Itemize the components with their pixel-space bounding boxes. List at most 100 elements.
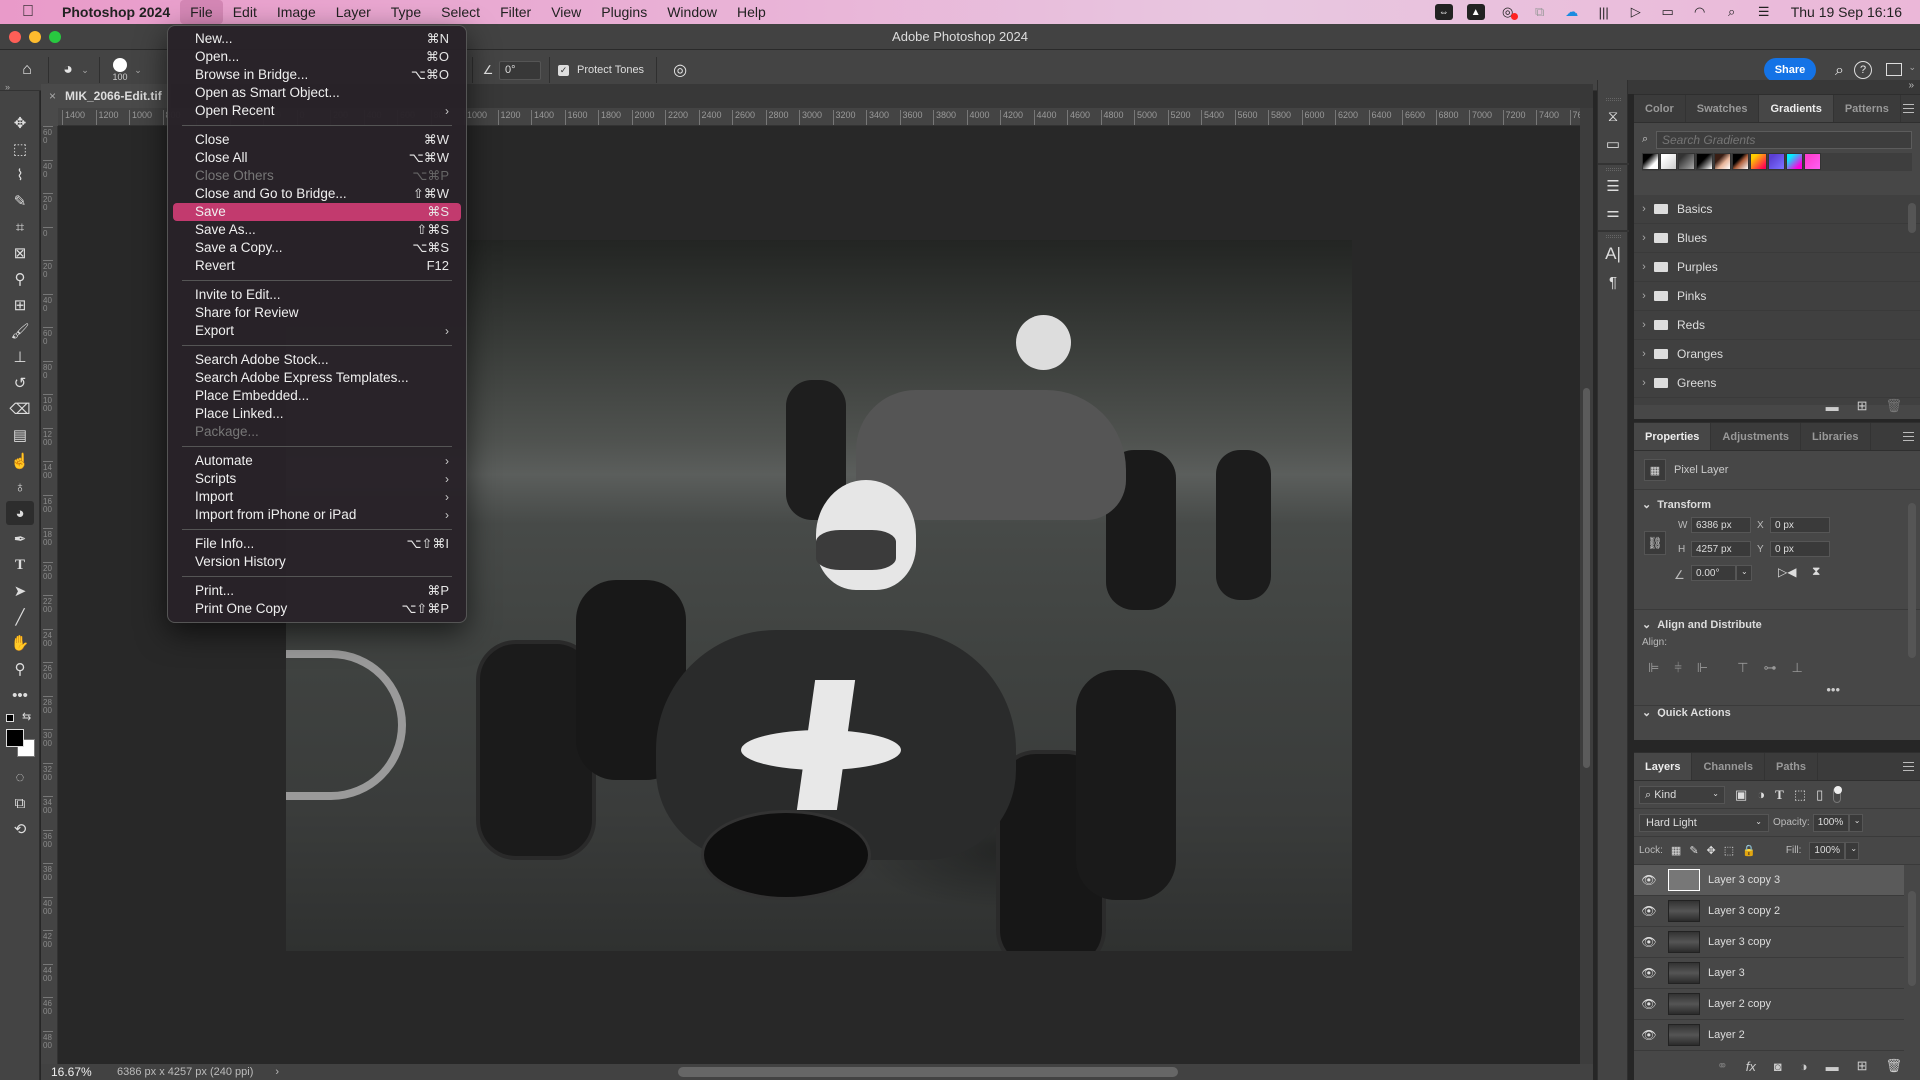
filter-pixel-icon[interactable]: ▣ xyxy=(1735,787,1747,803)
gradient-folder-oranges[interactable]: › Oranges xyxy=(1634,340,1920,369)
menu-edit[interactable]: Edit xyxy=(223,0,267,24)
play-icon[interactable]: ▷ xyxy=(1627,4,1645,20)
menu-help[interactable]: Help xyxy=(727,0,776,24)
angle-input[interactable] xyxy=(499,60,541,80)
gradient-list-scrollbar[interactable] xyxy=(1908,203,1916,233)
zoom-tool-icon[interactable]: ⚲ xyxy=(6,657,34,681)
align-horizontal-center-icon[interactable]: ⫩ xyxy=(1674,660,1681,676)
share-button[interactable]: Share xyxy=(1764,58,1816,82)
menu-filter[interactable]: Filter xyxy=(490,0,541,24)
close-tab-icon[interactable]: × xyxy=(49,89,56,103)
gradient-folder-reds[interactable]: › Reds xyxy=(1634,311,1920,340)
gradient-folder-basics[interactable]: › Basics xyxy=(1634,195,1920,224)
align-right-icon[interactable]: ⊩ xyxy=(1697,660,1708,676)
fill-input[interactable] xyxy=(1809,841,1846,860)
chevron-down-icon[interactable]: ⌄ xyxy=(79,65,91,76)
link-proportions-icon[interactable]: ⛓ xyxy=(1644,531,1666,555)
fill-slider-toggle[interactable]: ⌄ xyxy=(1845,841,1860,860)
align-top-icon[interactable]: ⊤ xyxy=(1737,660,1748,676)
tab-properties[interactable]: Properties xyxy=(1634,423,1712,450)
screen-mode-icon[interactable]: ⧉ xyxy=(6,791,34,815)
menu-plugins[interactable]: Plugins xyxy=(591,0,657,24)
layer-row[interactable]: 👁 Layer 2 xyxy=(1634,1020,1904,1051)
menu-item-close[interactable]: Close ⌘W xyxy=(173,131,461,149)
ruler-origin[interactable] xyxy=(41,108,58,126)
lock-position-icon[interactable]: ✥ xyxy=(1707,844,1716,857)
menu-item-place-embedded[interactable]: Place Embedded... xyxy=(173,387,461,405)
layer-row[interactable]: 👁 Layer 3 xyxy=(1634,958,1904,989)
tab-paths[interactable]: Paths xyxy=(1765,753,1818,780)
battery-icon[interactable]: ▭ xyxy=(1659,4,1677,20)
eyedropper-tool-icon[interactable]: ⚲ xyxy=(6,267,34,291)
app-menu[interactable]: Photoshop 2024 xyxy=(52,0,180,24)
default-colors-icon[interactable] xyxy=(6,714,14,722)
height-input[interactable] xyxy=(1691,541,1751,557)
panel-menu-icon[interactable] xyxy=(1903,762,1914,771)
menu-item-save[interactable]: Save ⌘S xyxy=(173,203,461,221)
menu-item-place-linked[interactable]: Place Linked... xyxy=(173,405,461,423)
menu-item-browse-in-bridge[interactable]: Browse in Bridge... ⌥⌘O xyxy=(173,66,461,84)
move-tool-icon[interactable]: ✥ xyxy=(6,111,34,135)
rotation-input[interactable] xyxy=(1691,565,1736,581)
tab-libraries[interactable]: Libraries xyxy=(1801,423,1871,450)
layer-style-fx-icon[interactable]: fx xyxy=(1746,1059,1756,1074)
path-selection-tool-icon[interactable]: ➤ xyxy=(6,579,34,603)
tab-layers[interactable]: Layers xyxy=(1634,753,1693,780)
align-vertical-center-icon[interactable]: ⊶ xyxy=(1763,660,1776,676)
menu-layer[interactable]: Layer xyxy=(326,0,381,24)
menu-item-scripts[interactable]: Scripts › xyxy=(173,470,461,488)
brush-settings-icon[interactable]: ☰ xyxy=(1602,176,1624,198)
tab-swatches[interactable]: Swatches xyxy=(1686,95,1760,122)
width-input[interactable] xyxy=(1691,517,1751,533)
filter-shape-icon[interactable]: ⬚ xyxy=(1794,787,1806,803)
align-left-icon[interactable]: ⊫ xyxy=(1648,660,1659,676)
gradient-folder-purples[interactable]: › Purples xyxy=(1634,253,1920,282)
gradient-swatch[interactable] xyxy=(1642,153,1659,170)
tab-color[interactable]: Color xyxy=(1634,95,1686,122)
visibility-eye-icon[interactable]: 👁 xyxy=(1634,966,1664,980)
menu-item-import-from-iphone-or-ipad[interactable]: Import from iPhone or iPad › xyxy=(173,506,461,524)
gradient-swatch[interactable] xyxy=(1678,153,1695,170)
properties-scrollbar[interactable] xyxy=(1908,503,1916,658)
adjustment-presets-icon[interactable]: ⚌ xyxy=(1602,202,1624,224)
type-tool-icon[interactable]: T xyxy=(6,553,34,577)
chevron-right-icon[interactable]: › xyxy=(1634,203,1654,215)
menu-type[interactable]: Type xyxy=(381,0,431,24)
chevron-right-icon[interactable]: › xyxy=(1634,348,1654,360)
cloud-sync-icon[interactable]: ☁ xyxy=(1563,4,1581,20)
opacity-slider-toggle[interactable]: ⌄ xyxy=(1848,813,1863,832)
teamviewer-icon[interactable]: ⇔ xyxy=(1434,4,1453,20)
lock-image-pixels-icon[interactable]: ✎ xyxy=(1689,844,1698,857)
menu-item-open-as-smart-object[interactable]: Open as Smart Object... xyxy=(173,84,461,102)
workspace-icon[interactable] xyxy=(1886,63,1902,76)
gradient-swatch[interactable] xyxy=(1660,153,1677,170)
new-group-icon[interactable]: ▬ xyxy=(1826,399,1839,414)
gradient-swatch[interactable] xyxy=(1696,153,1713,170)
chevron-down-icon[interactable]: ⌄ xyxy=(132,65,144,76)
sponge-tool-preset-icon[interactable]: ◕ xyxy=(57,61,79,79)
visibility-eye-icon[interactable]: 👁 xyxy=(1634,997,1664,1011)
panel-menu-icon[interactable] xyxy=(1903,104,1914,113)
pressure-airbrush-icon[interactable]: ◎ xyxy=(665,60,695,80)
flip-vertical-icon[interactable]: ⧗ xyxy=(1812,564,1820,579)
delete-layer-icon[interactable]: 🗑 xyxy=(1885,1058,1902,1074)
vertical-scroll-thumb[interactable] xyxy=(1583,388,1590,768)
line-tool-icon[interactable]: ╱ xyxy=(6,605,34,629)
layer-name[interactable]: Layer 2 copy xyxy=(1708,998,1771,1010)
chevron-right-icon[interactable]: › xyxy=(1634,290,1654,302)
expand-tools-icon[interactable]: » xyxy=(0,82,40,92)
link-layers-icon[interactable]: ⚭ xyxy=(1717,1058,1728,1074)
quick-actions-header[interactable]: ⌄ Quick Actions xyxy=(1642,706,1912,718)
filter-adjustment-icon[interactable]: ◑ xyxy=(1757,787,1765,802)
new-group-icon[interactable]: ▬ xyxy=(1826,1059,1839,1074)
protect-tones-checkbox[interactable]: ✓ xyxy=(558,64,569,76)
layers-scrollbar[interactable] xyxy=(1908,891,1916,986)
comments-icon[interactable]: ▭ xyxy=(1602,134,1624,156)
menu-item-save-as[interactable]: Save As... ⇧⌘S xyxy=(173,221,461,239)
layer-filter-dropdown[interactable]: ⌕ Kind ⌄ xyxy=(1639,785,1725,804)
tab-channels[interactable]: Channels xyxy=(1692,753,1765,780)
layer-name[interactable]: Layer 3 copy 3 xyxy=(1708,874,1780,886)
quick-mask-icon[interactable]: ◌ xyxy=(6,765,34,789)
frame-tool-icon[interactable]: ⊠ xyxy=(6,241,34,265)
home-icon[interactable]: ⌂ xyxy=(14,61,40,79)
